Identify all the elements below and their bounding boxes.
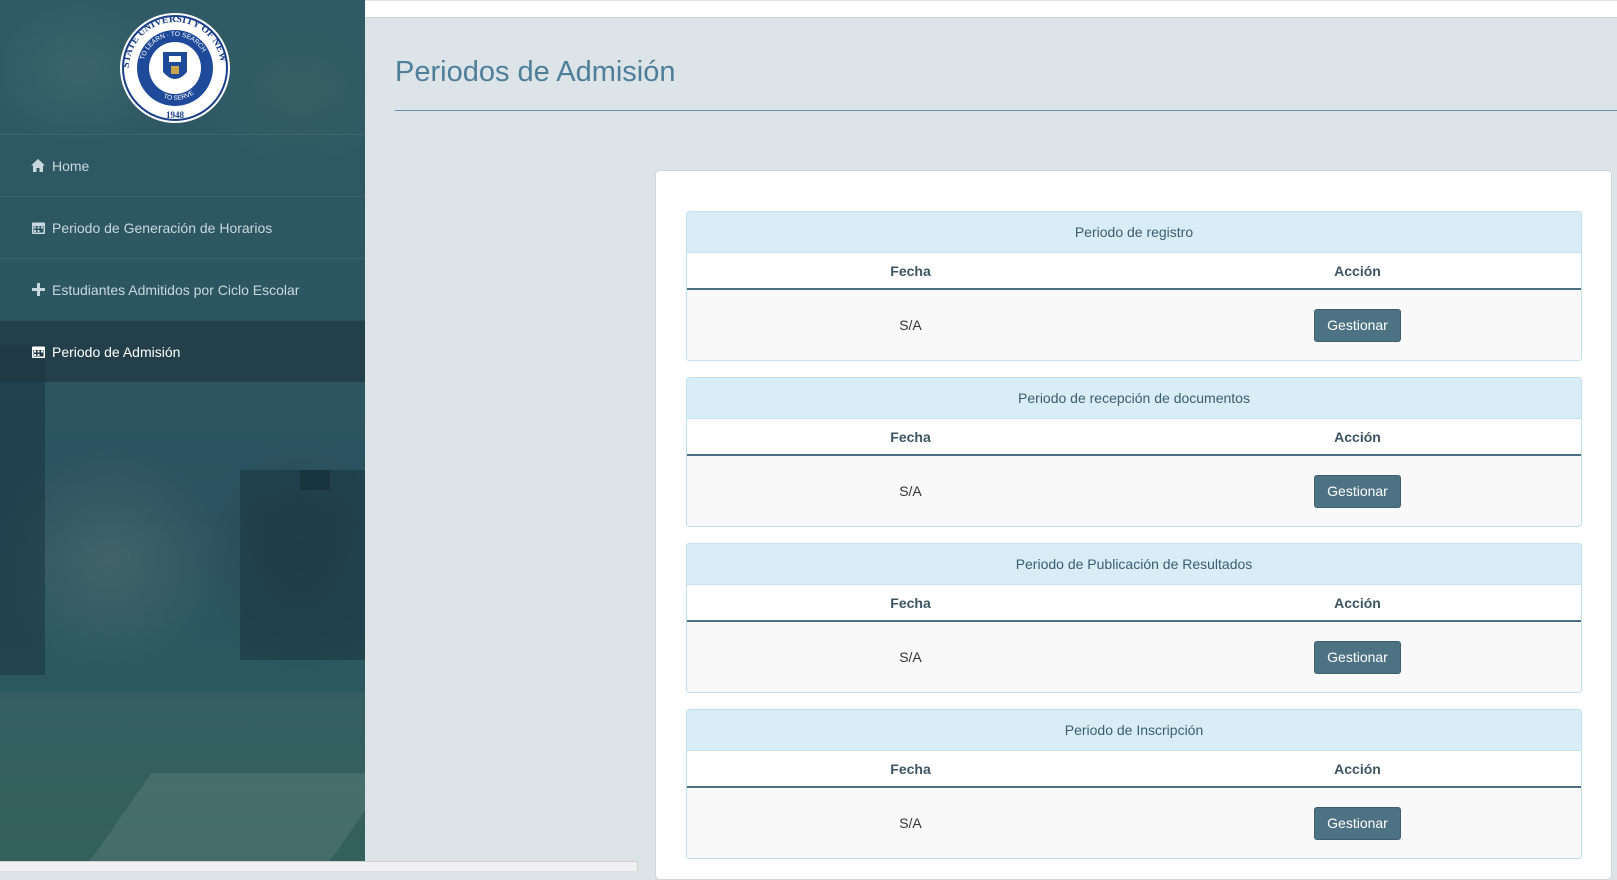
sidebar-item-label: Home (52, 157, 90, 174)
home-icon (30, 159, 46, 172)
column-header-fecha: Fecha (890, 594, 931, 611)
panel-periodo-recepcion-documentos: Periodo de recepción de documentos Fecha… (686, 377, 1582, 527)
column-header-accion: Acción (1334, 428, 1381, 445)
panel-periodo-inscripcion: Periodo de Inscripción Fecha Acción S/A … (686, 709, 1582, 859)
fecha-value: S/A (899, 483, 922, 499)
column-header-accion: Acción (1334, 760, 1381, 777)
panel-periodo-registro: Periodo de registro Fecha Acción S/A Ges… (686, 211, 1582, 361)
sidebar-item-home[interactable]: Home (0, 134, 365, 196)
action-cell: Gestionar (1134, 474, 1581, 508)
sidebar-item-estudiantes-admitidos[interactable]: Estudiantes Admitidos por Ciclo Escolar (0, 258, 365, 320)
panel-title: Periodo de recepción de documentos (687, 378, 1581, 419)
browser-status-bar (0, 861, 638, 871)
panel-title: Periodo de registro (687, 212, 1581, 253)
background-building (240, 470, 365, 660)
gestionar-button[interactable]: Gestionar (1314, 308, 1401, 342)
sidebar-item-label: Estudiantes Admitidos por Ciclo Escolar (52, 281, 300, 298)
title-divider (395, 110, 1617, 111)
panel-periodo-publicacion-resultados: Periodo de Publicación de Resultados Fec… (686, 543, 1582, 693)
gestionar-button[interactable]: Gestionar (1314, 474, 1401, 508)
column-header-accion: Acción (1334, 262, 1381, 279)
background-building (0, 345, 45, 675)
action-cell: Gestionar (1134, 308, 1581, 342)
table-row: S/A Gestionar (687, 788, 1581, 858)
panel-title: Periodo de Inscripción (687, 710, 1581, 751)
sidebar-item-label: Periodo de Admisión (52, 343, 181, 360)
column-header-fecha: Fecha (890, 760, 931, 777)
gestionar-button[interactable]: Gestionar (1314, 806, 1401, 840)
panel-column-headers: Fecha Acción (687, 419, 1581, 456)
sidebar-nav: Home Periodo de Generación de Horarios E… (0, 134, 365, 382)
top-bar (365, 0, 1617, 18)
column-header-accion: Acción (1334, 594, 1381, 611)
table-row: S/A Gestionar (687, 622, 1581, 692)
calendar-icon (30, 221, 46, 234)
seal-year: 1948 (166, 110, 185, 120)
university-seal-logo[interactable]: STATE UNIVERSITY OF NEW YORK TO LEARN · … (119, 12, 231, 124)
periods-card: Periodo de registro Fecha Acción S/A Ges… (655, 170, 1612, 880)
fecha-value: S/A (899, 815, 922, 831)
table-row: S/A Gestionar (687, 290, 1581, 360)
plus-icon (30, 283, 46, 296)
sidebar-item-label: Periodo de Generación de Horarios (52, 219, 273, 236)
action-cell: Gestionar (1134, 640, 1581, 674)
panel-column-headers: Fecha Acción (687, 751, 1581, 788)
sidebar: STATE UNIVERSITY OF NEW YORK TO LEARN · … (0, 0, 365, 863)
column-header-fecha: Fecha (890, 262, 931, 279)
page-title: Periodos de Admisión (395, 56, 676, 88)
panel-title: Periodo de Publicación de Resultados (687, 544, 1581, 585)
calendar-icon (30, 345, 46, 358)
gestionar-button[interactable]: Gestionar (1314, 640, 1401, 674)
panel-column-headers: Fecha Acción (687, 253, 1581, 290)
background-chimney (300, 470, 330, 490)
table-row: S/A Gestionar (687, 456, 1581, 526)
sidebar-item-periodo-admision[interactable]: Periodo de Admisión (0, 320, 365, 382)
action-cell: Gestionar (1134, 806, 1581, 840)
panel-column-headers: Fecha Acción (687, 585, 1581, 622)
column-header-fecha: Fecha (890, 428, 931, 445)
fecha-value: S/A (899, 317, 922, 333)
fecha-value: S/A (899, 649, 922, 665)
sidebar-item-periodo-generacion-horarios[interactable]: Periodo de Generación de Horarios (0, 196, 365, 258)
